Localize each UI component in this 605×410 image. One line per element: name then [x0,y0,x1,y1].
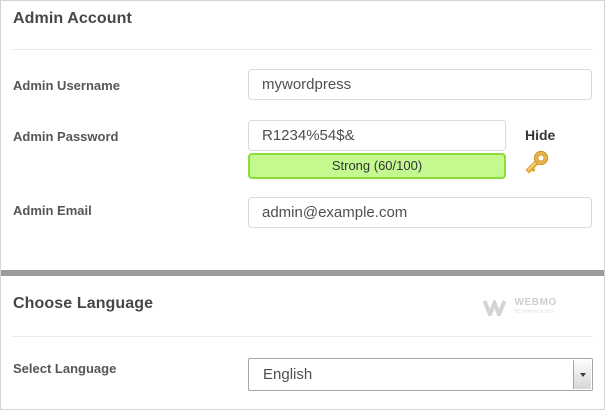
language-select[interactable]: English [248,358,593,391]
admin-password-label: Admin Password [13,129,118,144]
brand-name: WEBMO [514,298,592,308]
password-strength-meter: Strong (60/100) [248,153,506,179]
select-dropdown-button[interactable] [573,360,591,389]
webmo-monogram-icon [483,300,509,316]
admin-email-label: Admin Email [13,203,92,218]
chevron-down-icon [580,373,586,377]
admin-password-input[interactable] [248,120,506,151]
heading-divider [12,49,593,50]
admin-username-input[interactable] [248,69,592,100]
language-select-value: English [263,359,312,390]
hide-password-toggle[interactable]: Hide [525,127,555,143]
choose-language-heading: Choose Language [13,295,153,313]
installer-settings-panel: Admin Account Admin Username Admin Passw… [0,0,605,410]
heading-divider [12,336,593,337]
admin-account-heading: Admin Account [13,10,132,28]
admin-username-label: Admin Username [13,78,120,93]
select-language-label: Select Language [13,361,116,376]
section-divider-bar [1,270,604,276]
brand-tagline: TECHNOLOGIES [514,309,554,314]
admin-email-input[interactable] [248,197,592,228]
password-strength-text: Strong (60/100) [332,158,422,173]
key-icon[interactable] [522,148,553,187]
webmo-logo: WEBMO TECHNOLOGIES [483,298,592,318]
